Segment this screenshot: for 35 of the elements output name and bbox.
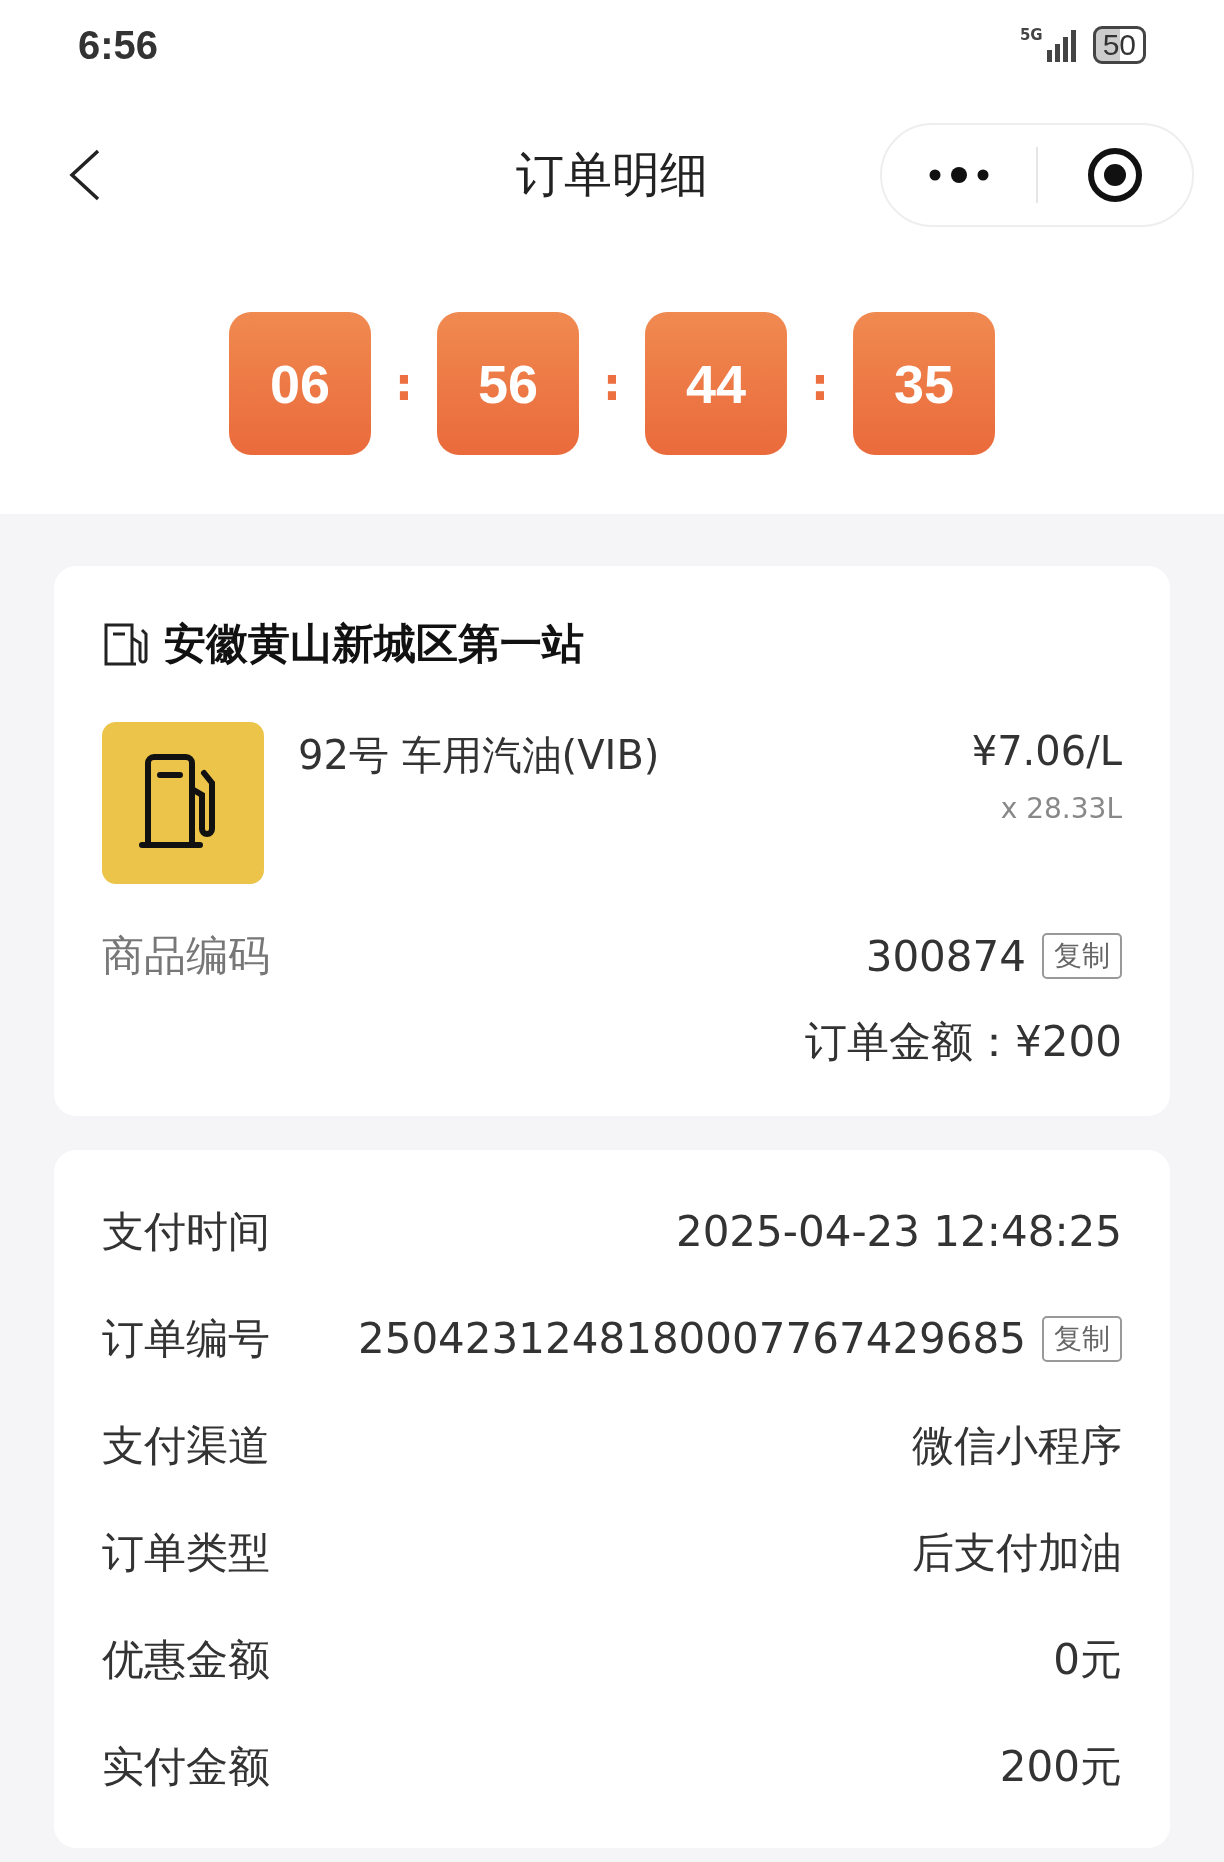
copy-button[interactable]: 复制 [1042, 933, 1122, 979]
field-value: 2504231248180007767429685 [357, 1314, 1026, 1363]
field-label: 订单类型 [102, 1526, 270, 1579]
time-separator: : [809, 356, 831, 411]
copy-button[interactable]: 复制 [1042, 1315, 1122, 1362]
unit-price: ¥7.06/L [971, 728, 1122, 774]
time-separator: : [393, 356, 415, 411]
countdown-digits: 35 [853, 312, 995, 455]
countdown-digits: 56 [437, 312, 579, 455]
field-label: 实付金额 [102, 1740, 270, 1793]
field-value: 200元 [999, 1740, 1122, 1793]
product-name: 92号 车用汽油(VIB) [298, 731, 661, 780]
close-icon[interactable] [1086, 146, 1144, 204]
countdown-digits: 06 [229, 312, 371, 455]
clock-time: 6:56 [78, 22, 159, 68]
fuel-quantity: x 28.33L [1000, 792, 1122, 825]
field-value: 2025-04-23 12:48:25 [675, 1207, 1122, 1256]
battery-level: 50 [1092, 26, 1146, 64]
field-label: 订单编号 [102, 1312, 270, 1365]
page-title: 订单明细 [516, 146, 708, 202]
product-code: 300874 [865, 931, 1026, 981]
field-label: 支付渠道 [102, 1419, 270, 1472]
network-type: 5G [1019, 28, 1043, 43]
order-total: 订单金额：¥200 [805, 1017, 1122, 1066]
time-separator: : [601, 356, 623, 411]
field-value: 微信小程序 [912, 1419, 1122, 1472]
field-label: 支付时间 [102, 1205, 270, 1258]
field-value: 0元 [1053, 1633, 1122, 1686]
countdown-digits: 44 [645, 312, 787, 455]
signal-icon [1044, 28, 1079, 62]
field-label: 优惠金额 [102, 1633, 270, 1686]
fuel-pump-icon [102, 722, 264, 884]
field-label: 商品编码 [102, 930, 270, 982]
station-name: 安徽黄山新城区第一站 [164, 618, 584, 670]
field-value: 后支付加油 [912, 1526, 1122, 1579]
